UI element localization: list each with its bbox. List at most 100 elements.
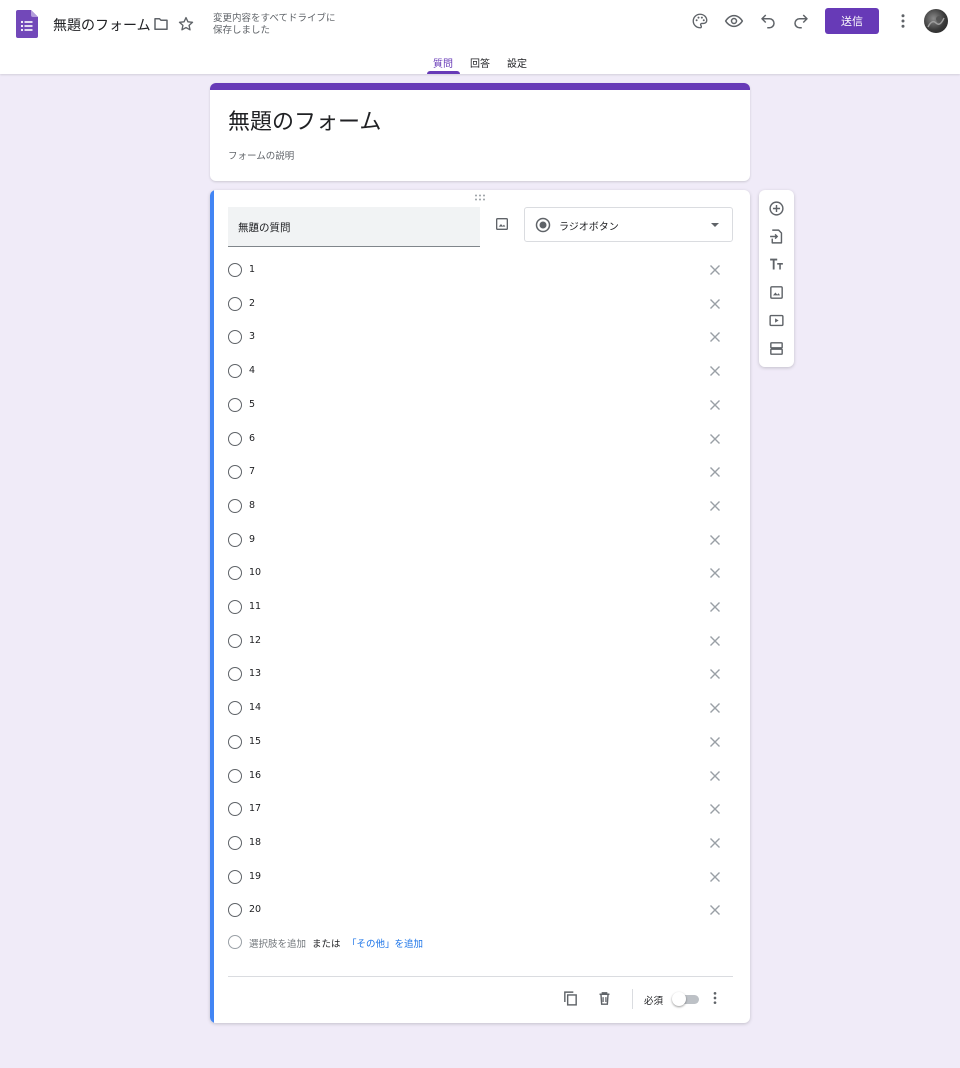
option-radio[interactable]: [228, 869, 242, 884]
option-radio[interactable]: [228, 498, 242, 513]
tab-questions[interactable]: 質問: [433, 55, 453, 70]
option-radio[interactable]: [228, 263, 242, 277]
remove-option-icon[interactable]: [706, 800, 724, 818]
forms-logo-icon[interactable]: [16, 10, 38, 38]
option-label[interactable]: 17: [249, 803, 261, 814]
option-label[interactable]: 4: [249, 365, 255, 376]
redo-icon[interactable]: [789, 9, 813, 33]
option-radio[interactable]: [228, 701, 242, 716]
form-title-card[interactable]: 無題のフォーム フォームの説明: [210, 83, 750, 181]
option-label[interactable]: 7: [249, 466, 255, 477]
remove-option-icon[interactable]: [706, 901, 724, 919]
option-radio[interactable]: [228, 600, 242, 614]
remove-option-icon[interactable]: [706, 261, 724, 279]
remove-option-icon[interactable]: [706, 564, 724, 582]
option-label[interactable]: 20: [249, 904, 261, 915]
remove-option-icon[interactable]: [706, 430, 724, 448]
send-button[interactable]: 送信: [825, 8, 879, 34]
option-label[interactable]: 12: [249, 635, 261, 646]
add-section-icon[interactable]: [766, 338, 786, 358]
remove-option-icon[interactable]: [706, 699, 724, 717]
remove-option-icon[interactable]: [706, 598, 724, 616]
remove-option-icon[interactable]: [706, 665, 724, 683]
more-vert-icon[interactable]: [891, 9, 915, 33]
option-radio[interactable]: [228, 903, 242, 918]
option-label[interactable]: 1: [249, 264, 255, 275]
option-label[interactable]: 18: [249, 837, 261, 848]
remove-option-icon[interactable]: [706, 362, 724, 380]
option-radio[interactable]: [228, 431, 242, 446]
option-radio[interactable]: [228, 465, 242, 480]
option-label[interactable]: 14: [249, 702, 261, 713]
option-radio[interactable]: [228, 364, 242, 379]
option-label[interactable]: 2: [249, 298, 255, 309]
remove-option-icon[interactable]: [706, 632, 724, 650]
option-radio[interactable]: [228, 734, 242, 749]
tab-settings[interactable]: 設定: [507, 55, 527, 70]
document-title[interactable]: 無題のフォーム: [53, 15, 151, 35]
option-label[interactable]: 6: [249, 433, 255, 444]
option-label[interactable]: 9: [249, 534, 255, 545]
option-radio[interactable]: [228, 768, 242, 783]
remove-option-icon[interactable]: [706, 396, 724, 414]
add-other-button[interactable]: 「その他」を追加: [347, 936, 423, 950]
option-row: 19: [228, 865, 733, 889]
option-radio[interactable]: [228, 566, 242, 581]
option-row: 7: [228, 460, 733, 484]
add-option-button[interactable]: 選択肢を追加: [249, 936, 306, 950]
chevron-down-icon: [711, 223, 719, 227]
option-radio[interactable]: [228, 667, 242, 682]
undo-icon[interactable]: [756, 9, 780, 33]
option-row: 3: [228, 325, 733, 349]
option-label[interactable]: 15: [249, 736, 261, 747]
remove-option-icon[interactable]: [706, 733, 724, 751]
option-label[interactable]: 8: [249, 500, 255, 511]
option-label[interactable]: 5: [249, 399, 255, 410]
remove-option-icon[interactable]: [706, 868, 724, 886]
option-label[interactable]: 13: [249, 668, 261, 679]
tab-responses[interactable]: 回答: [470, 55, 490, 70]
add-image-icon[interactable]: [492, 214, 512, 234]
option-radio[interactable]: [228, 532, 242, 547]
delete-icon[interactable]: [593, 987, 615, 1009]
option-label[interactable]: 10: [249, 567, 261, 578]
palette-icon[interactable]: [688, 9, 712, 33]
question-title-input[interactable]: 無題の質問: [228, 207, 480, 247]
option-radio[interactable]: [228, 802, 242, 817]
option-row: 12: [228, 629, 733, 653]
required-toggle[interactable]: [672, 992, 700, 1006]
remove-option-icon[interactable]: [706, 767, 724, 785]
question-type-label: ラジオボタン: [559, 222, 619, 233]
preview-eye-icon[interactable]: [722, 9, 746, 33]
option-label[interactable]: 19: [249, 871, 261, 882]
option-radio[interactable]: [228, 633, 242, 648]
option-label[interactable]: 16: [249, 770, 261, 781]
add-question-icon[interactable]: [766, 198, 786, 218]
option-radio[interactable]: [228, 397, 242, 412]
question-card[interactable]: 無題の質問 ラジオボタン 1 2 3 4 5 6 7 8 9 10 11 12 13 14 15 16 17 18…: [210, 190, 750, 1023]
remove-option-icon[interactable]: [706, 463, 724, 481]
form-title[interactable]: 無題のフォーム: [228, 104, 381, 136]
option-radio[interactable]: [228, 835, 242, 850]
question-more-vert-icon[interactable]: [704, 987, 726, 1009]
remove-option-icon[interactable]: [706, 834, 724, 852]
add-video-icon[interactable]: [766, 310, 786, 330]
form-description-field[interactable]: フォームの説明: [228, 148, 294, 162]
option-label[interactable]: 11: [249, 601, 261, 612]
option-radio[interactable]: [228, 296, 242, 311]
folder-icon[interactable]: [149, 12, 173, 36]
add-image-icon[interactable]: [766, 282, 786, 302]
remove-option-icon[interactable]: [706, 497, 724, 515]
remove-option-icon[interactable]: [706, 531, 724, 549]
option-label[interactable]: 3: [249, 331, 255, 342]
duplicate-icon[interactable]: [559, 987, 581, 1009]
drag-handle-icon[interactable]: [474, 194, 486, 201]
question-type-dropdown[interactable]: ラジオボタン: [524, 207, 733, 242]
option-radio[interactable]: [228, 330, 242, 345]
import-questions-icon[interactable]: [766, 226, 786, 246]
remove-option-icon[interactable]: [706, 295, 724, 313]
add-title-icon[interactable]: [766, 254, 786, 274]
star-icon[interactable]: [174, 12, 198, 36]
account-avatar[interactable]: [924, 9, 948, 33]
remove-option-icon[interactable]: [706, 328, 724, 346]
